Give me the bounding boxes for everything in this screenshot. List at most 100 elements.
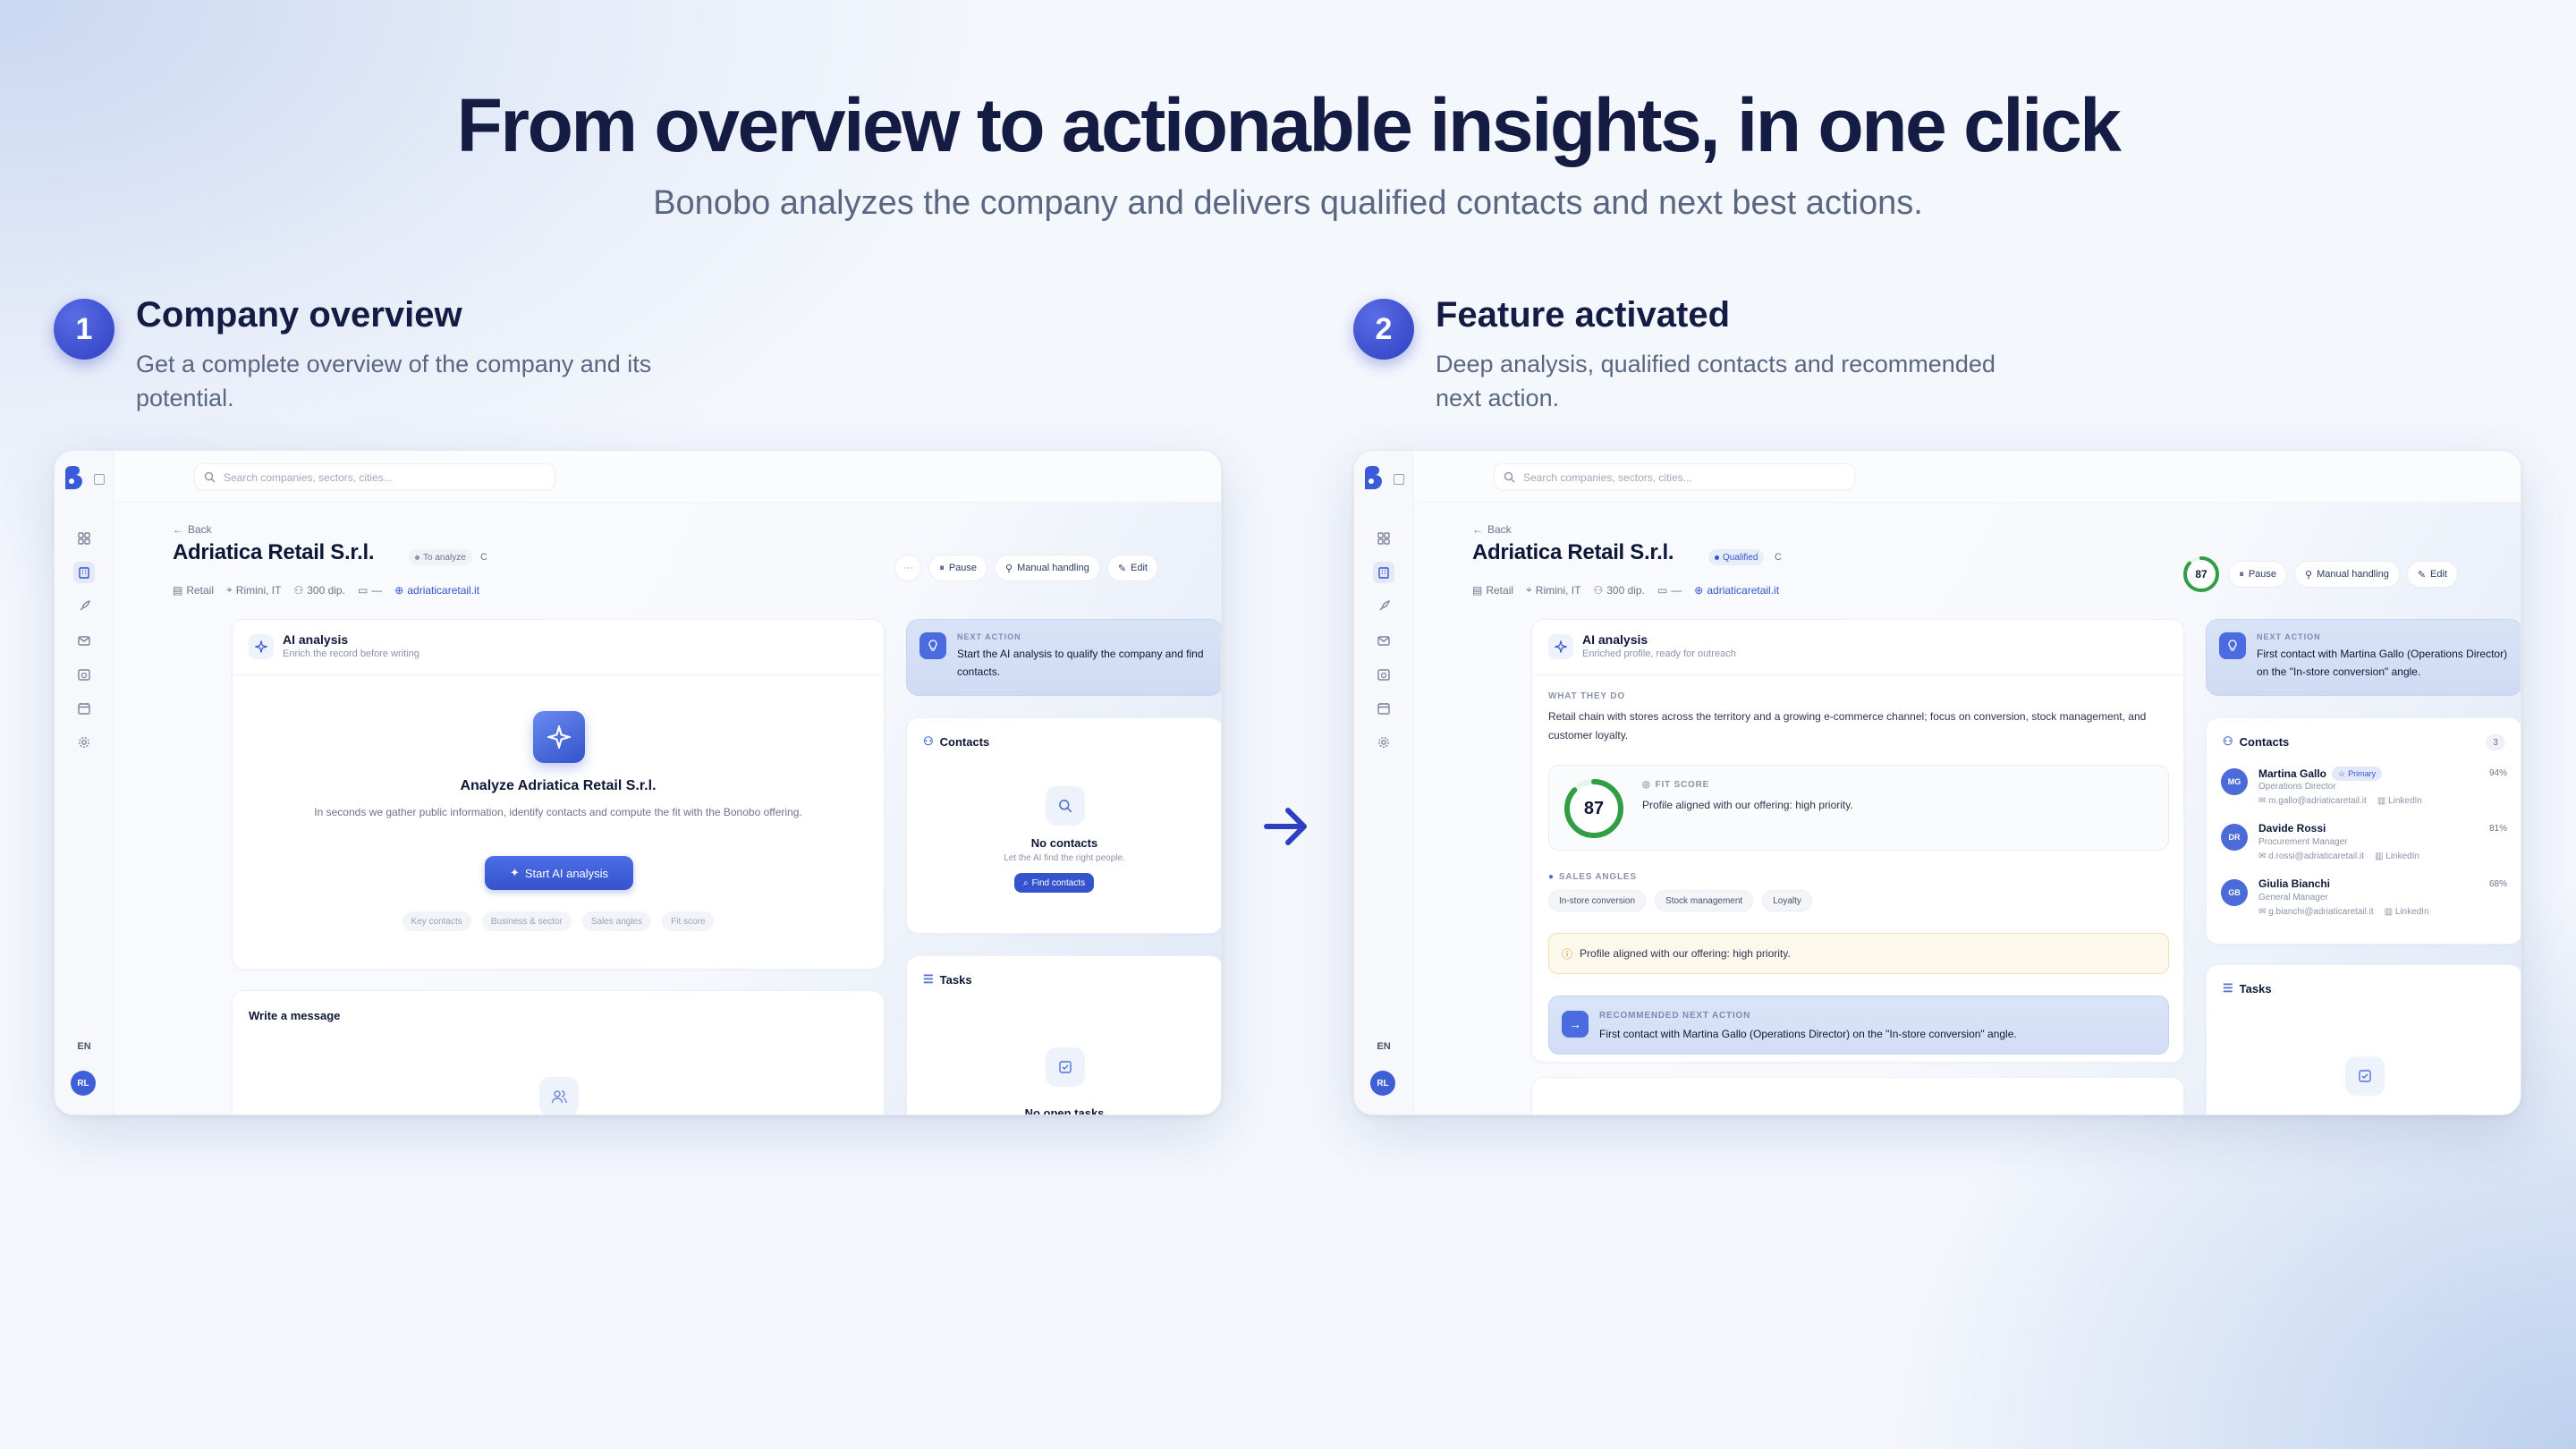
fit-score-label: ◎ FIT SCORE <box>1642 780 1710 790</box>
fit-score-box: 87 ◎ FIT SCORE Profile aligned with our o… <box>1548 765 2169 851</box>
tasks-card: ☰ Tasks No open tasks <box>906 955 1221 1114</box>
calendar-clock-icon[interactable] <box>1373 664 1394 685</box>
linkedin-link[interactable]: ▥ LinkedIn <box>2385 907 2429 917</box>
next-action-card[interactable]: NEXT ACTION Start the AI analysis to qua… <box>906 619 1221 696</box>
tag: Sales angles <box>581 911 652 931</box>
language-switch[interactable]: EN <box>55 1041 114 1052</box>
edit-button[interactable]: ✎ Edit <box>2406 561 2458 588</box>
email-link[interactable]: ✉ m.gallo@adriaticaretail.it <box>2258 796 2367 806</box>
rocket-icon[interactable] <box>73 596 95 617</box>
fit-score-text: Profile aligned with our offering: high … <box>1642 799 1853 811</box>
edit-button[interactable]: ✎ Edit <box>1106 555 1158 581</box>
mail-icon[interactable] <box>73 630 95 651</box>
manual-label: Manual handling <box>1017 563 1089 573</box>
dashboard-icon[interactable] <box>1373 528 1394 549</box>
header-actions: 87 ⏸ Pause ⚲ Manual handling ✎ Edit <box>2182 555 2458 594</box>
tag: Fit score <box>662 911 715 931</box>
header-actions: ··· ⏸ Pause ⚲ Manual handling ✎ Edit <box>894 555 1158 581</box>
meta-revenue: ▭ — <box>1657 583 1682 597</box>
email-link[interactable]: ✉ g.bianchi@adriaticaretail.it <box>2258 907 2374 917</box>
language-switch[interactable]: EN <box>1354 1041 1413 1052</box>
calendar-icon[interactable] <box>1373 698 1394 719</box>
primary-badge: ☆ Primary <box>2332 767 2383 781</box>
contacts-count: 3 <box>2486 734 2505 750</box>
manual-handling-button[interactable]: ⚲ Manual handling <box>2294 561 2400 588</box>
search-input[interactable]: Search companies, sectors, cities... <box>1494 463 1855 490</box>
back-link[interactable]: ← Back <box>173 523 212 536</box>
lightbulb-icon <box>2219 632 2246 659</box>
contact-name: Davide Rossi <box>2258 822 2326 835</box>
sidebar-toggle-icon[interactable] <box>1394 474 1404 485</box>
rocket-icon[interactable] <box>1373 596 1394 617</box>
arrow-left-icon: ← <box>173 523 183 536</box>
contact-row[interactable]: GB Giulia Bianchi General Manager ✉ g.bi… <box>2221 877 2507 929</box>
user-hand-icon: ⚲ <box>2305 569 2313 580</box>
gear-icon[interactable] <box>73 732 95 753</box>
mail-icon[interactable] <box>1373 630 1394 651</box>
checkbox-icon <box>1046 1047 1085 1087</box>
dashboard-icon[interactable] <box>73 528 95 549</box>
main-content: ← Back Adriatica Retail S.r.l. To analyze… <box>114 503 1221 1114</box>
sales-angles-label: ● SALES ANGLES <box>1548 872 1637 882</box>
website-link[interactable]: ⊕ adriaticaretail.it <box>1694 584 1779 597</box>
score-value: 87 <box>2196 568 2208 580</box>
edit-label: Edit <box>2430 569 2447 580</box>
sparkle-icon <box>533 711 585 763</box>
search-input[interactable]: Search companies, sectors, cities... <box>194 463 555 490</box>
back-link[interactable]: ← Back <box>1472 523 1512 536</box>
search-icon: ⌕ <box>1023 877 1029 888</box>
calendar-icon[interactable] <box>73 698 95 719</box>
contact-row[interactable]: DR Davide Rossi Procurement Manager ✉ d.… <box>2221 822 2507 874</box>
meta-location: ⌖ Rimini, IT <box>1526 583 1581 597</box>
sales-angles: In-store conversion Stock management Loy… <box>1548 890 1812 911</box>
linkedin-link[interactable]: ▥ LinkedIn <box>2375 852 2419 861</box>
arrow-left-icon: ← <box>1472 523 1483 536</box>
status-badge: Qualified <box>1708 549 1765 565</box>
manual-handling-button[interactable]: ⚲ Manual handling <box>995 555 1100 581</box>
top-bar: Search companies, sectors, cities... <box>1413 451 2521 503</box>
card-header: AI analysis Enrich the record before wri… <box>233 620 884 675</box>
pause-label: Pause <box>2248 569 2277 580</box>
pin-icon: ⌖ <box>1526 583 1532 596</box>
contact-match: 68% <box>2488 879 2507 889</box>
avatar[interactable]: RL <box>71 1071 96 1096</box>
fit-score-ring: 87 <box>1564 779 1623 838</box>
analysis-tags: Key contacts Business & sector Sales ang… <box>233 911 884 931</box>
pause-button[interactable]: ⏸ Pause <box>2228 561 2288 588</box>
status-badge: To analyze <box>409 549 472 565</box>
email-link[interactable]: ✉ d.rossi@adriaticaretail.it <box>2258 852 2364 861</box>
website-link[interactable]: ⊕ adriaticaretail.it <box>394 584 479 597</box>
contact-role: Operations Director <box>2258 782 2336 792</box>
recommended-action[interactable]: → RECOMMENDED NEXT ACTION First contact … <box>1548 996 2169 1055</box>
fit-score-value: 87 <box>1584 799 1604 818</box>
score-ring: 87 <box>2183 556 2220 592</box>
screenshot-after: EN RL Search companies, sectors, cities.… <box>1353 450 2521 1115</box>
analyze-title: Analyze Adriatica Retail S.r.l. <box>460 778 657 793</box>
grade-badge: C <box>1775 552 1782 563</box>
contact-row[interactable]: MG Martina Gallo ☆ Primary Operations Dir… <box>2221 767 2507 818</box>
calendar-clock-icon[interactable] <box>73 664 95 685</box>
tag: Business & sector <box>481 911 572 931</box>
lightbulb-icon <box>919 632 946 659</box>
building-icon[interactable] <box>73 562 95 583</box>
pause-button[interactable]: ⏸ Pause <box>928 555 988 581</box>
contact-links: ✉ m.gallo@adriaticaretail.it ▥ LinkedIn <box>2258 796 2422 806</box>
sparkle-icon <box>249 634 274 659</box>
start-ai-analysis-button[interactable]: ✦ Start AI analysis <box>485 856 633 890</box>
target-icon: ◎ <box>1642 780 1651 790</box>
sidebar-toggle-icon[interactable] <box>94 474 105 485</box>
building-icon[interactable] <box>1373 562 1394 583</box>
sales-angle-chip: In-store conversion <box>1548 890 1647 911</box>
meta-sector: ▤ Retail <box>173 583 215 597</box>
top-bar: Search companies, sectors, cities... <box>114 451 1221 503</box>
more-button[interactable]: ··· <box>894 555 922 581</box>
avatar[interactable]: RL <box>1370 1071 1395 1096</box>
meta-employees: ⚇ 300 dip. <box>1593 583 1645 597</box>
gear-icon[interactable] <box>1373 732 1394 753</box>
next-action-card[interactable]: NEXT ACTION First contact with Martina G… <box>2206 619 2521 696</box>
back-label: Back <box>188 523 212 536</box>
next-action-text: First contact with Martina Gallo (Operat… <box>2257 648 2508 678</box>
find-contacts-button[interactable]: ⌕ Find contacts <box>1014 873 1095 893</box>
linkedin-link[interactable]: ▥ LinkedIn <box>2377 796 2422 806</box>
card-header: AI analysis Enriched profile, ready for … <box>1532 620 2183 675</box>
